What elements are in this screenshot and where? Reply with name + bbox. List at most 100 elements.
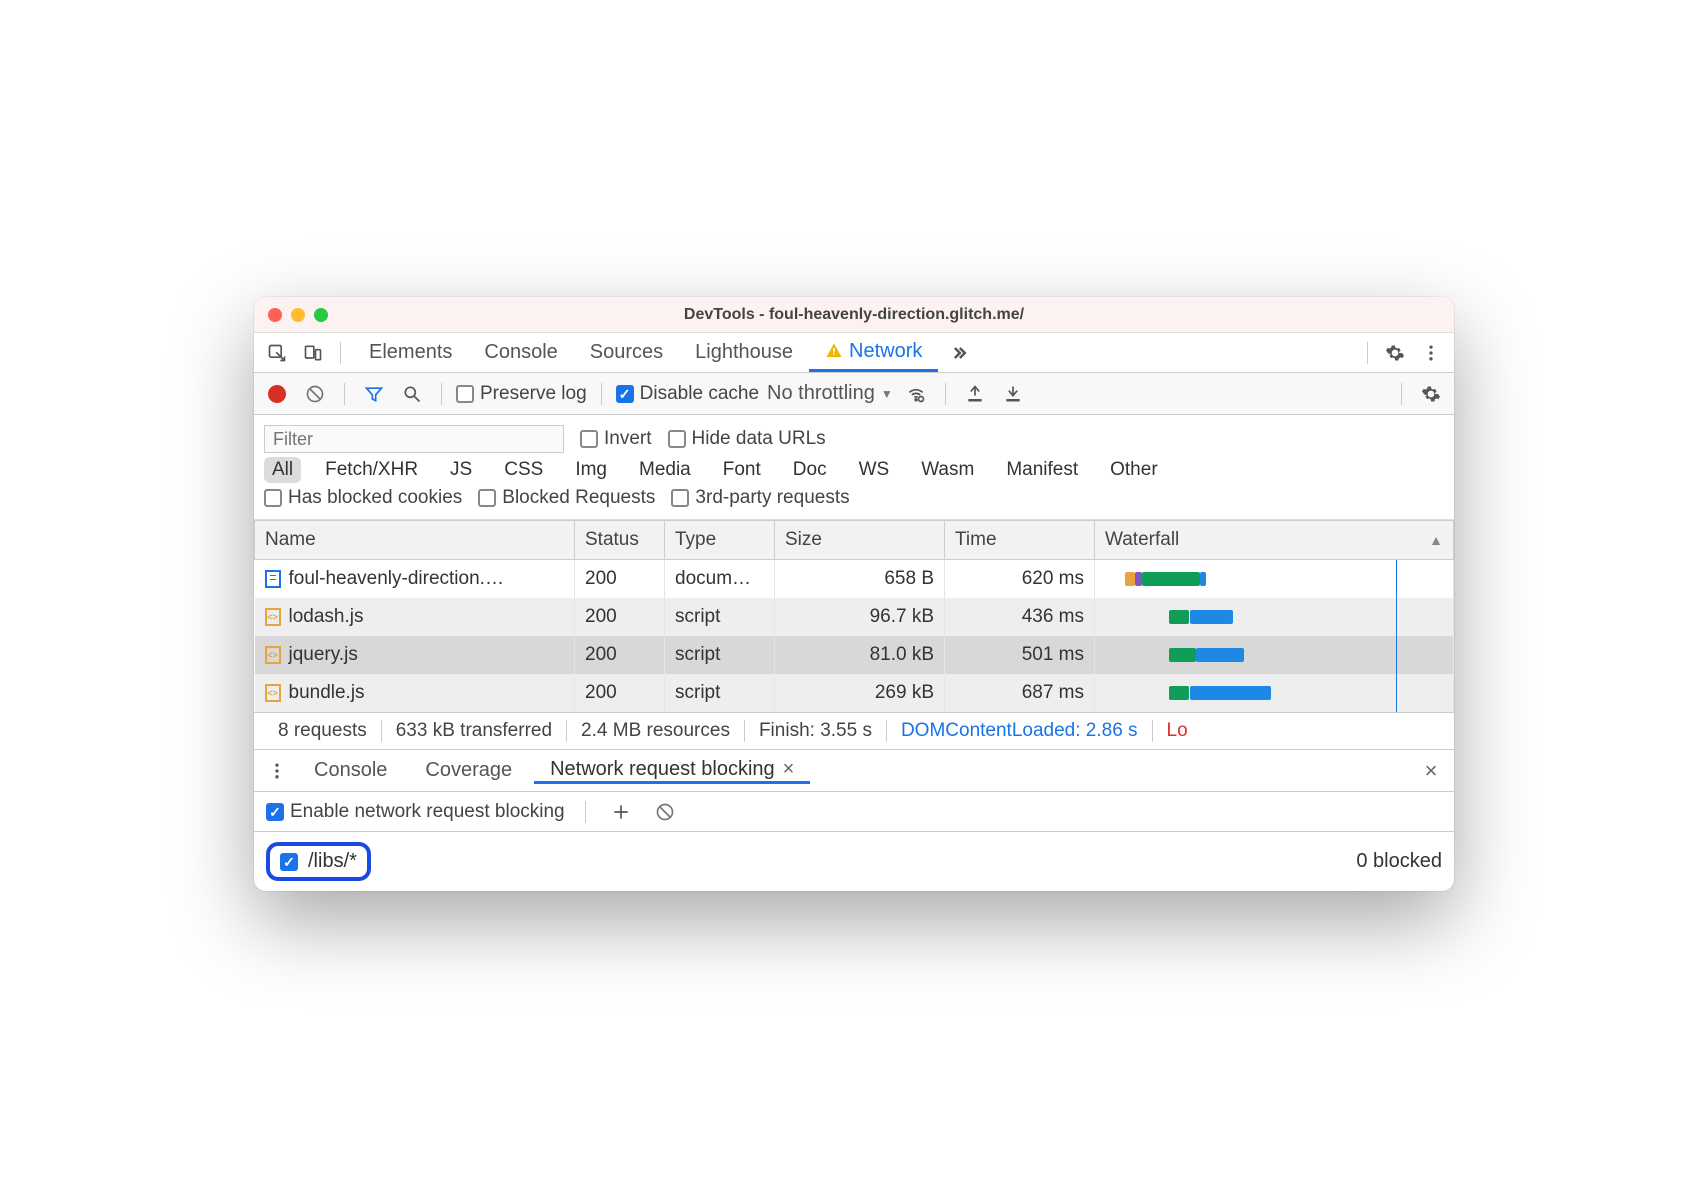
type-filter-img[interactable]: Img	[567, 457, 615, 483]
settings-icon[interactable]	[1380, 338, 1410, 368]
type-filter-doc[interactable]: Doc	[785, 457, 835, 483]
drawer-kebab-icon[interactable]	[262, 756, 292, 786]
col-type[interactable]: Type	[665, 521, 775, 560]
network-table: Name Status Type Size Time Waterfall▲ fo…	[254, 520, 1454, 712]
inspect-icon[interactable]	[262, 338, 292, 368]
request-size: 658 B	[775, 560, 945, 599]
request-time: 687 ms	[945, 674, 1095, 712]
record-button[interactable]	[262, 379, 292, 409]
request-status: 200	[575, 674, 665, 712]
waterfall-cell	[1105, 680, 1443, 706]
drawer-tab-blocking[interactable]: Network request blocking ×	[534, 758, 810, 784]
add-pattern-icon[interactable]	[606, 797, 636, 827]
titlebar: DevTools - foul-heavenly-direction.glitc…	[254, 297, 1454, 333]
type-filter-media[interactable]: Media	[631, 457, 699, 483]
dcl-marker	[1396, 636, 1397, 674]
invert-label: Invert	[604, 428, 652, 450]
dcl-marker	[1396, 674, 1397, 712]
table-row[interactable]: jquery.js200script81.0 kB501 ms	[255, 636, 1454, 674]
table-row[interactable]: bundle.js200script269 kB687 ms	[255, 674, 1454, 712]
block-pattern-item[interactable]: /libs/*	[266, 842, 371, 881]
more-tabs-icon[interactable]	[944, 338, 974, 368]
tab-console[interactable]: Console	[468, 333, 573, 372]
remove-all-patterns-icon[interactable]	[650, 797, 680, 827]
separator	[441, 383, 442, 405]
type-filter-other[interactable]: Other	[1102, 457, 1166, 483]
export-har-icon[interactable]	[998, 379, 1028, 409]
request-time: 620 ms	[945, 560, 1095, 599]
summary-finish: Finish: 3.55 s	[745, 720, 886, 742]
type-filter-fetch[interactable]: Fetch/XHR	[317, 457, 426, 483]
network-toolbar: Preserve log Disable cache No throttling…	[254, 373, 1454, 415]
type-filter-css[interactable]: CSS	[496, 457, 551, 483]
tab-network-label: Network	[849, 340, 922, 363]
script-file-icon	[265, 646, 281, 664]
device-toggle-icon[interactable]	[298, 338, 328, 368]
separator	[601, 383, 602, 405]
throttling-value: No throttling	[767, 382, 875, 405]
has-blocked-cookies-checkbox[interactable]: Has blocked cookies	[264, 487, 462, 509]
col-status[interactable]: Status	[575, 521, 665, 560]
request-time: 501 ms	[945, 636, 1095, 674]
col-waterfall-label: Waterfall	[1105, 529, 1179, 550]
tab-sources[interactable]: Sources	[574, 333, 679, 372]
kebab-menu-icon[interactable]	[1416, 338, 1446, 368]
separator	[344, 383, 345, 405]
col-waterfall[interactable]: Waterfall▲	[1095, 521, 1454, 560]
tab-lighthouse[interactable]: Lighthouse	[679, 333, 809, 372]
network-conditions-icon[interactable]	[901, 379, 931, 409]
disable-cache-checkbox[interactable]: Disable cache	[616, 383, 759, 405]
close-tab-icon[interactable]: ×	[783, 758, 795, 781]
type-filter-font[interactable]: Font	[715, 457, 769, 483]
filter-input[interactable]	[264, 425, 564, 453]
blocked-requests-checkbox[interactable]: Blocked Requests	[478, 487, 655, 509]
invert-checkbox[interactable]: Invert	[580, 428, 652, 450]
type-filter-row: All Fetch/XHR JS CSS Img Media Font Doc …	[264, 457, 1444, 483]
network-summary: 8 requests 633 kB transferred 2.4 MB res…	[254, 712, 1454, 750]
hide-data-urls-checkbox[interactable]: Hide data URLs	[668, 428, 826, 450]
third-party-checkbox[interactable]: 3rd-party requests	[671, 487, 849, 509]
type-filter-js[interactable]: JS	[442, 457, 480, 483]
warning-icon	[825, 342, 843, 360]
network-settings-icon[interactable]	[1416, 379, 1446, 409]
separator	[585, 801, 586, 823]
request-name: bundle.js	[289, 682, 365, 704]
type-filter-manifest[interactable]: Manifest	[998, 457, 1086, 483]
tab-elements[interactable]: Elements	[353, 333, 468, 372]
blocking-toolbar: Enable network request blocking	[254, 792, 1454, 832]
drawer-tab-coverage[interactable]: Coverage	[409, 759, 528, 782]
devtools-window: DevTools - foul-heavenly-direction.glitc…	[254, 297, 1454, 891]
type-filter-wasm[interactable]: Wasm	[913, 457, 982, 483]
col-name[interactable]: Name	[255, 521, 575, 560]
enable-blocking-checkbox[interactable]: Enable network request blocking	[266, 801, 565, 823]
tab-network[interactable]: Network	[809, 333, 938, 372]
table-row[interactable]: foul-heavenly-direction.…200docum…658 B6…	[255, 560, 1454, 599]
pattern-text: /libs/*	[308, 850, 357, 873]
col-size[interactable]: Size	[775, 521, 945, 560]
throttling-select[interactable]: No throttling ▼	[767, 382, 893, 405]
request-name: lodash.js	[289, 606, 364, 628]
separator	[1401, 383, 1402, 405]
request-type: script	[665, 636, 775, 674]
script-file-icon	[265, 684, 281, 702]
clear-icon[interactable]	[300, 379, 330, 409]
import-har-icon[interactable]	[960, 379, 990, 409]
pattern-checkbox[interactable]	[280, 853, 298, 871]
request-size: 269 kB	[775, 674, 945, 712]
request-type: docum…	[665, 560, 775, 599]
window-title: DevTools - foul-heavenly-direction.glitc…	[254, 306, 1454, 324]
search-icon[interactable]	[397, 379, 427, 409]
col-time[interactable]: Time	[945, 521, 1095, 560]
table-row[interactable]: lodash.js200script96.7 kB436 ms	[255, 598, 1454, 636]
waterfall-cell	[1105, 604, 1443, 630]
blocked-count: 0 blocked	[1356, 850, 1442, 873]
drawer-tab-console[interactable]: Console	[298, 759, 403, 782]
drawer-close-icon[interactable]: ×	[1416, 756, 1446, 786]
summary-transferred: 633 kB transferred	[382, 720, 566, 742]
filter-icon[interactable]	[359, 379, 389, 409]
preserve-log-checkbox[interactable]: Preserve log	[456, 383, 587, 405]
request-status: 200	[575, 598, 665, 636]
type-filter-ws[interactable]: WS	[851, 457, 898, 483]
type-filter-all[interactable]: All	[264, 457, 301, 483]
hide-data-urls-label: Hide data URLs	[692, 428, 826, 450]
